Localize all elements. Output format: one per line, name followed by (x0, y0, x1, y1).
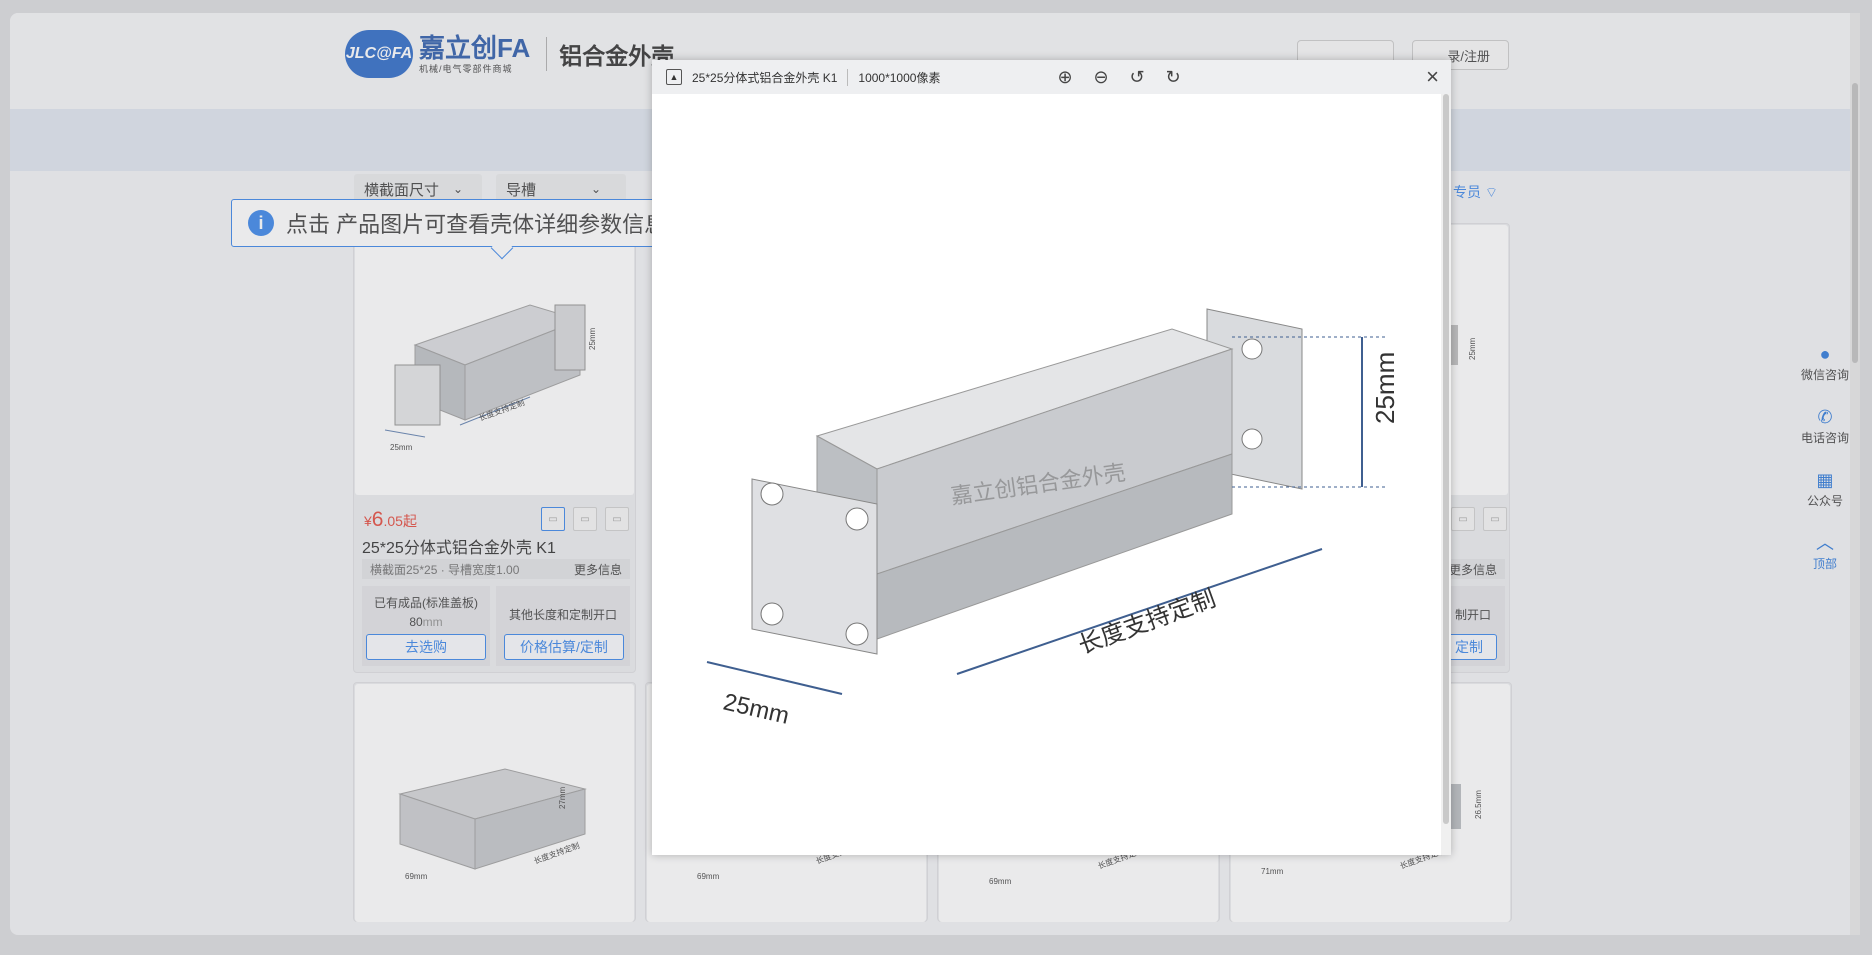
zoom-in-icon[interactable]: ⊕ (1054, 66, 1076, 88)
viewer-image[interactable]: 25mm 25mm 长度支持定制 嘉立创铝合金外壳 (652, 94, 1441, 855)
length-label: 长度支持定制 (1075, 585, 1220, 660)
image-icon: ▲ (666, 69, 682, 85)
scrollbar-thumb[interactable] (1443, 94, 1449, 824)
close-icon[interactable]: × (1426, 64, 1439, 90)
width-label: 25mm (721, 689, 792, 730)
rotate-left-icon[interactable]: ↺ (1126, 66, 1148, 88)
viewer-title: 25*25分体式铝合金外壳 K1 (692, 70, 838, 85)
viewer-dimensions: 1000*1000像素 (847, 68, 940, 86)
zoom-out-icon[interactable]: ⊖ (1090, 66, 1112, 88)
image-viewer: ▲ 25*25分体式铝合金外壳 K1 1000*1000像素 ⊕ ⊖ ↺ ↻ × (652, 60, 1451, 855)
viewer-tools: ⊕ ⊖ ↺ ↻ (1054, 66, 1184, 88)
height-label: 25mm (1370, 352, 1400, 424)
viewer-toolbar: ▲ 25*25分体式铝合金外壳 K1 1000*1000像素 ⊕ ⊖ ↺ ↻ × (652, 60, 1451, 94)
rotate-right-icon[interactable]: ↻ (1162, 66, 1184, 88)
viewer-scrollbar[interactable] (1441, 94, 1451, 855)
